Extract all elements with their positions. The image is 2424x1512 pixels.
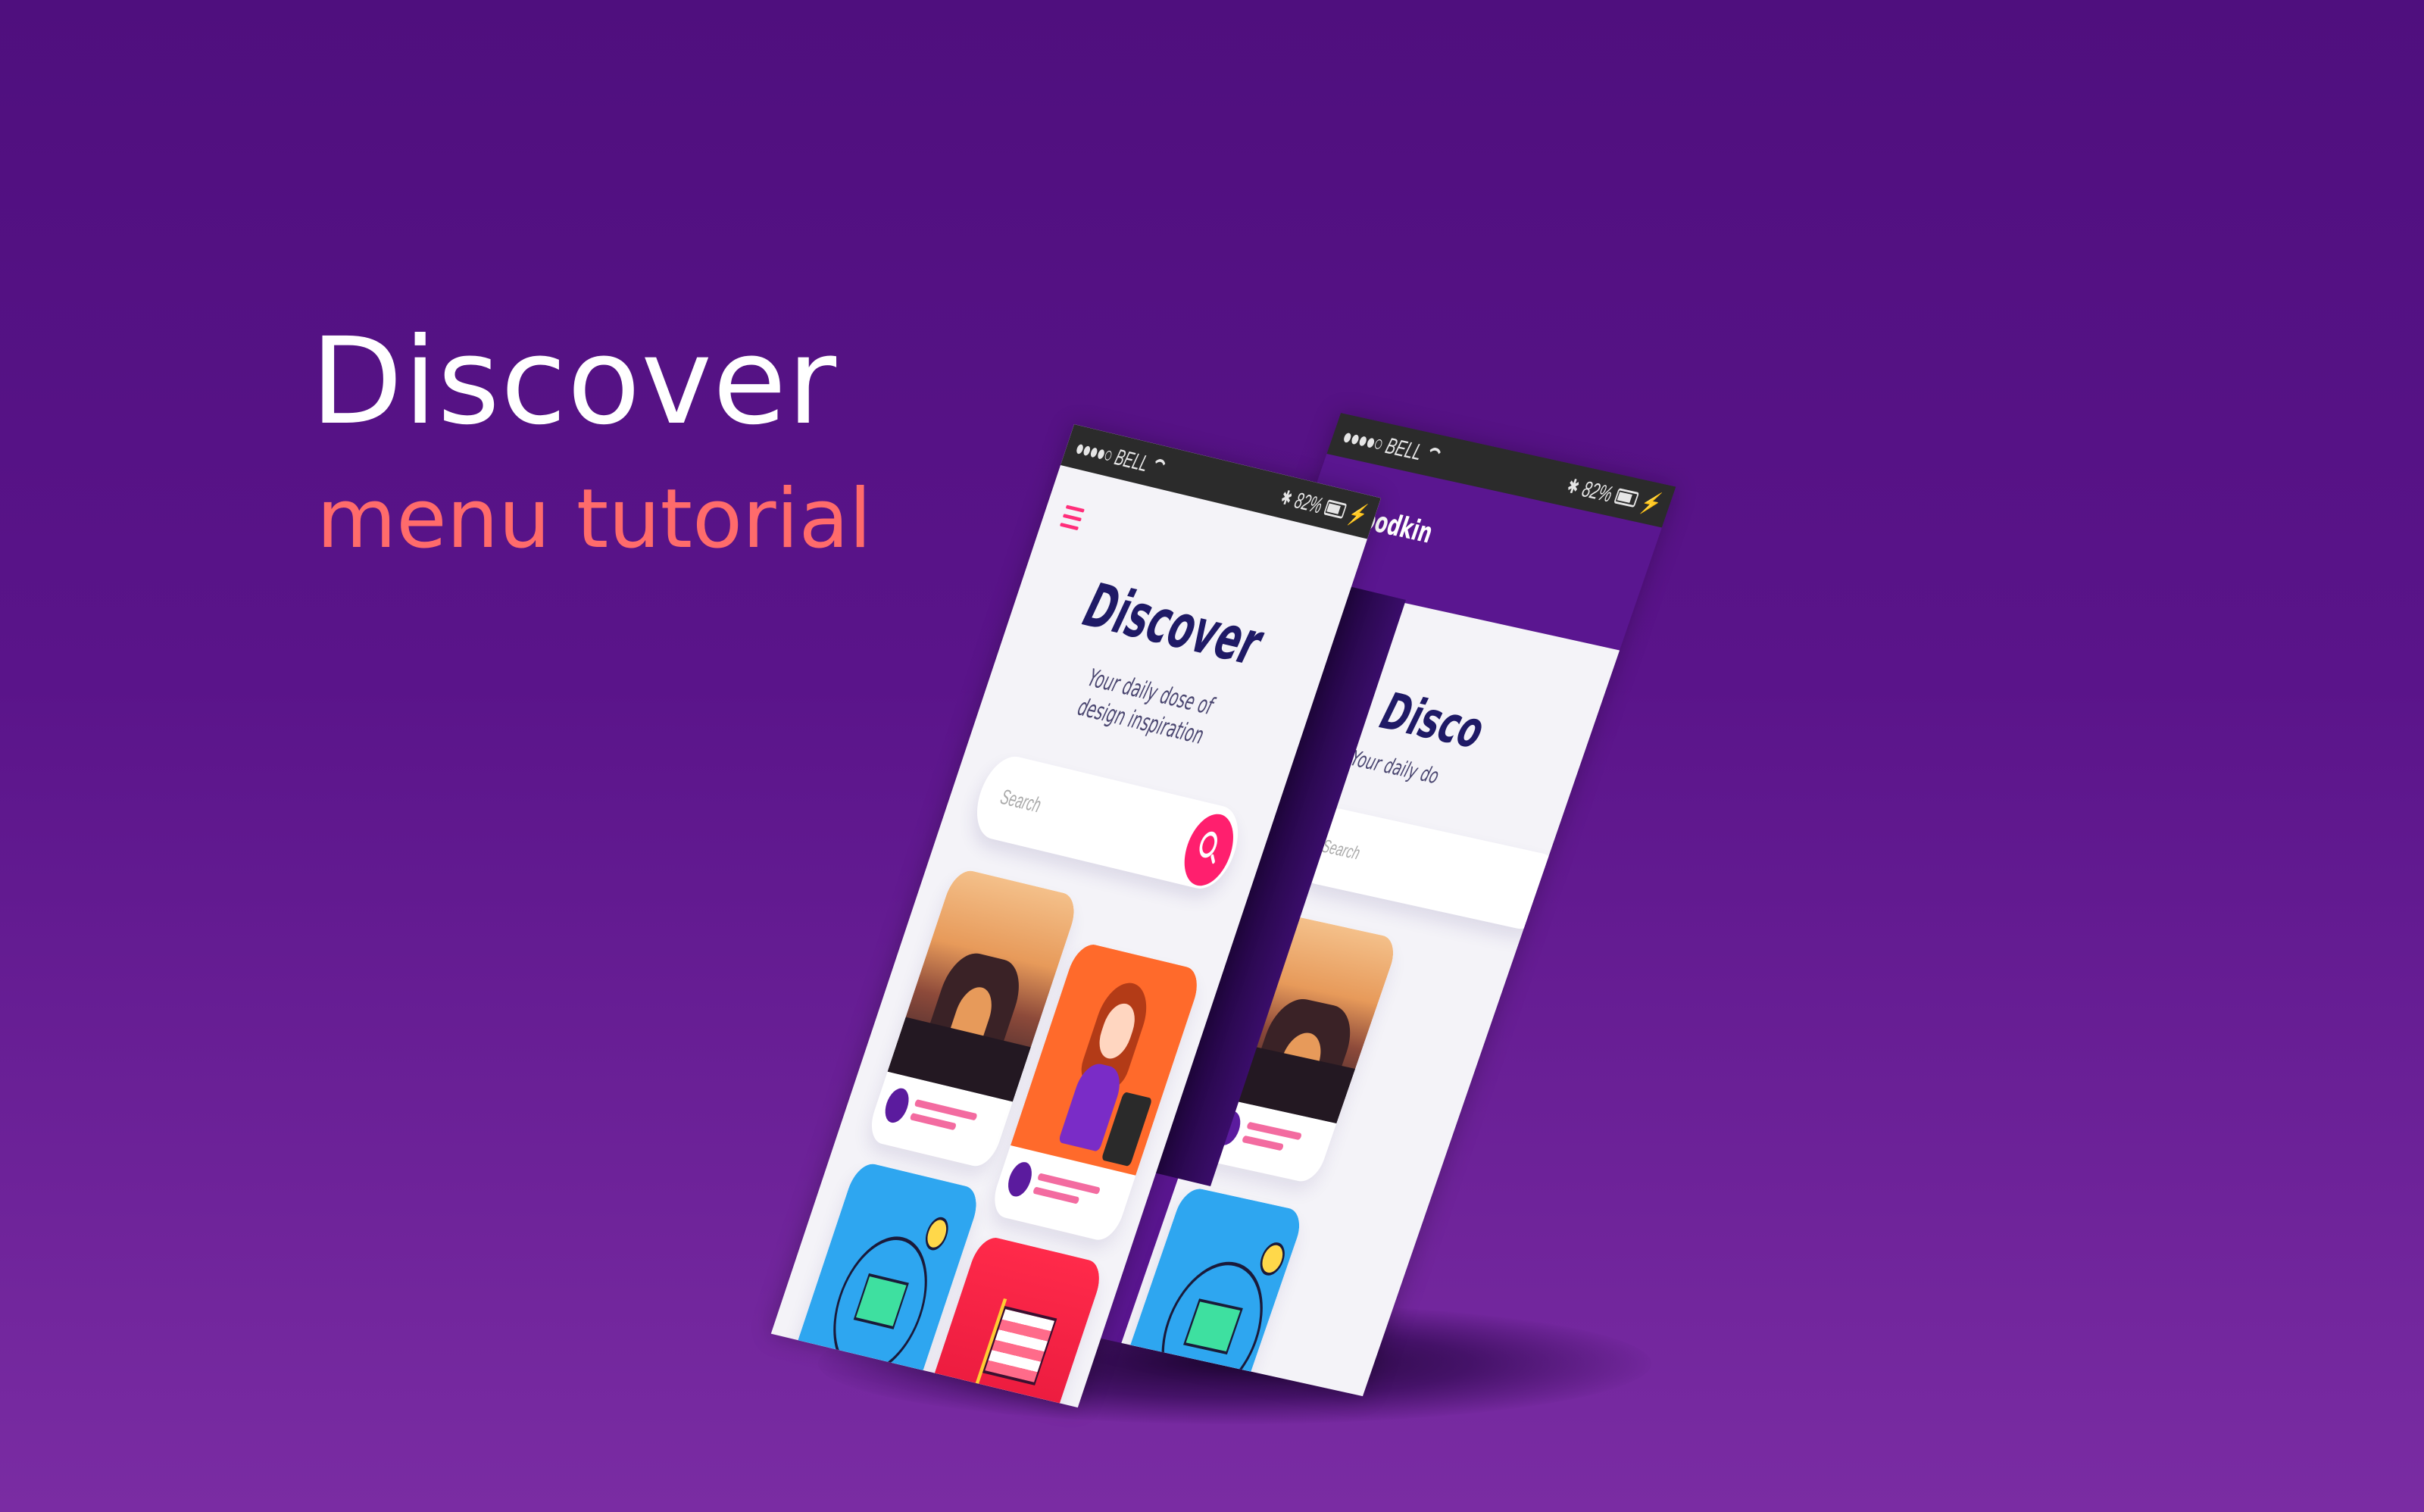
panel-title: Disco <box>1373 681 1492 761</box>
card-subtitle-placeholder <box>909 1112 957 1131</box>
battery-percent: 82% <box>1579 475 1617 507</box>
signal-strength: ●●●●○ <box>1072 434 1117 467</box>
avatar <box>1004 1160 1036 1199</box>
avatar <box>881 1086 914 1126</box>
wifi-icon <box>1423 446 1442 464</box>
panel-search-box[interactable] <box>1291 803 1567 934</box>
card-subtitle-placeholder <box>1242 1135 1285 1151</box>
hero-subtitle: menu tutorial <box>317 472 872 567</box>
carrier-name: BELL <box>1382 432 1426 465</box>
hero-title: Discover <box>311 312 838 451</box>
battery-percent: 82% <box>1292 486 1326 518</box>
screen-title: Discover <box>1076 570 1270 679</box>
carrier-name: BELL <box>1111 443 1152 476</box>
charging-icon: ⚡ <box>1637 489 1663 517</box>
search-box[interactable] <box>967 751 1248 895</box>
screen-tagline: Your daily dose of design inspiration <box>1074 664 1217 750</box>
card-subtitle-placeholder <box>1032 1186 1080 1204</box>
signal-strength: ●●●●○ <box>1339 423 1387 456</box>
wifi-icon <box>1149 458 1167 476</box>
panel-tagline: Your daily do <box>1347 746 1442 789</box>
search-input[interactable] <box>994 779 1180 857</box>
charging-icon: ⚡ <box>1345 500 1370 529</box>
battery-icon <box>1613 488 1640 508</box>
battery-icon <box>1323 499 1348 520</box>
hamburger-menu-icon[interactable] <box>1059 505 1085 533</box>
bluetooth-icon: ✱ <box>1564 474 1582 498</box>
panel-search-input[interactable] <box>1317 830 1463 890</box>
search-button[interactable] <box>1176 809 1242 891</box>
